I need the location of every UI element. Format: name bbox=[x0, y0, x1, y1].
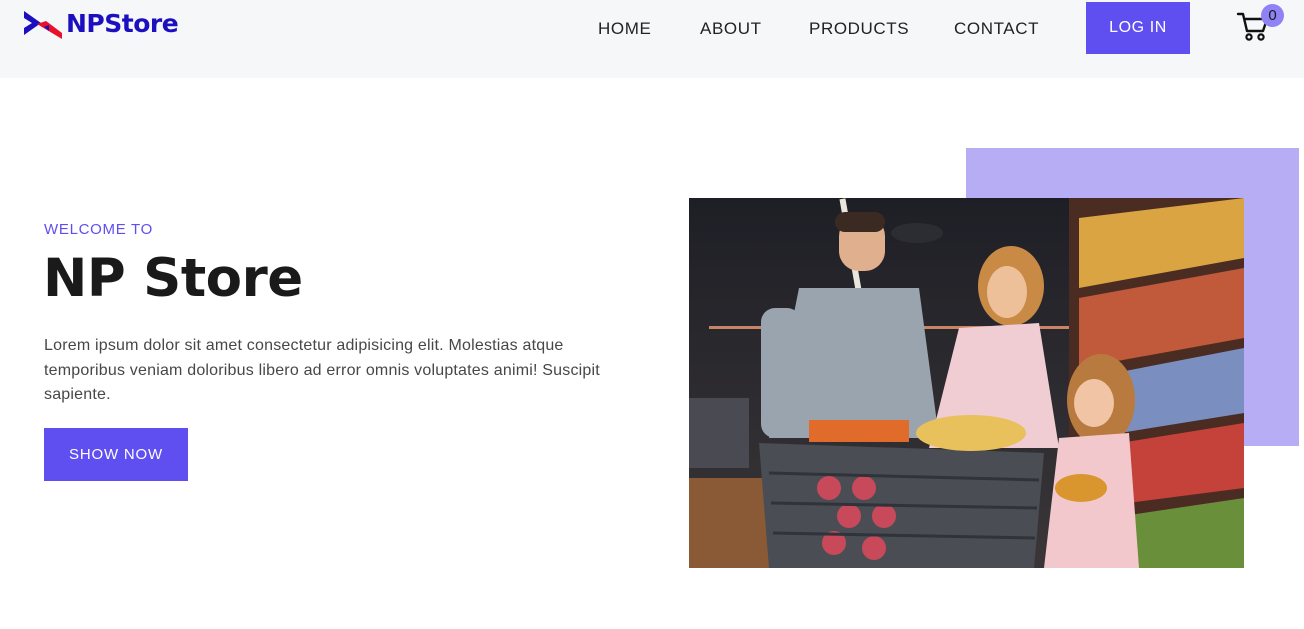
hero-kicker: WELCOME TO bbox=[44, 221, 153, 238]
cart-count-badge: 0 bbox=[1261, 4, 1284, 27]
logo-mark-icon bbox=[24, 11, 62, 39]
hero-description: Lorem ipsum dolor sit amet consectetur a… bbox=[44, 337, 600, 403]
hero-title: NP Store bbox=[43, 248, 303, 309]
brand-logo[interactable]: NPStore bbox=[24, 8, 179, 40]
nav-contact-link[interactable]: CONTACT bbox=[954, 18, 1039, 40]
show-now-button[interactable]: SHOW NOW bbox=[44, 428, 188, 481]
cart-button[interactable]: 0 bbox=[1236, 4, 1284, 44]
login-button[interactable]: LOG IN bbox=[1086, 2, 1190, 54]
nav-home-link[interactable]: HOME bbox=[598, 18, 651, 40]
navbar: NPStore HOME ABOUT PRODUCTS CONTACT LOG … bbox=[0, 0, 1304, 78]
brand-name: NPStore bbox=[66, 9, 179, 38]
nav-products-link[interactable]: PRODUCTS bbox=[809, 18, 909, 40]
nav-about-link[interactable]: ABOUT bbox=[700, 18, 762, 40]
hero-image bbox=[689, 198, 1244, 568]
